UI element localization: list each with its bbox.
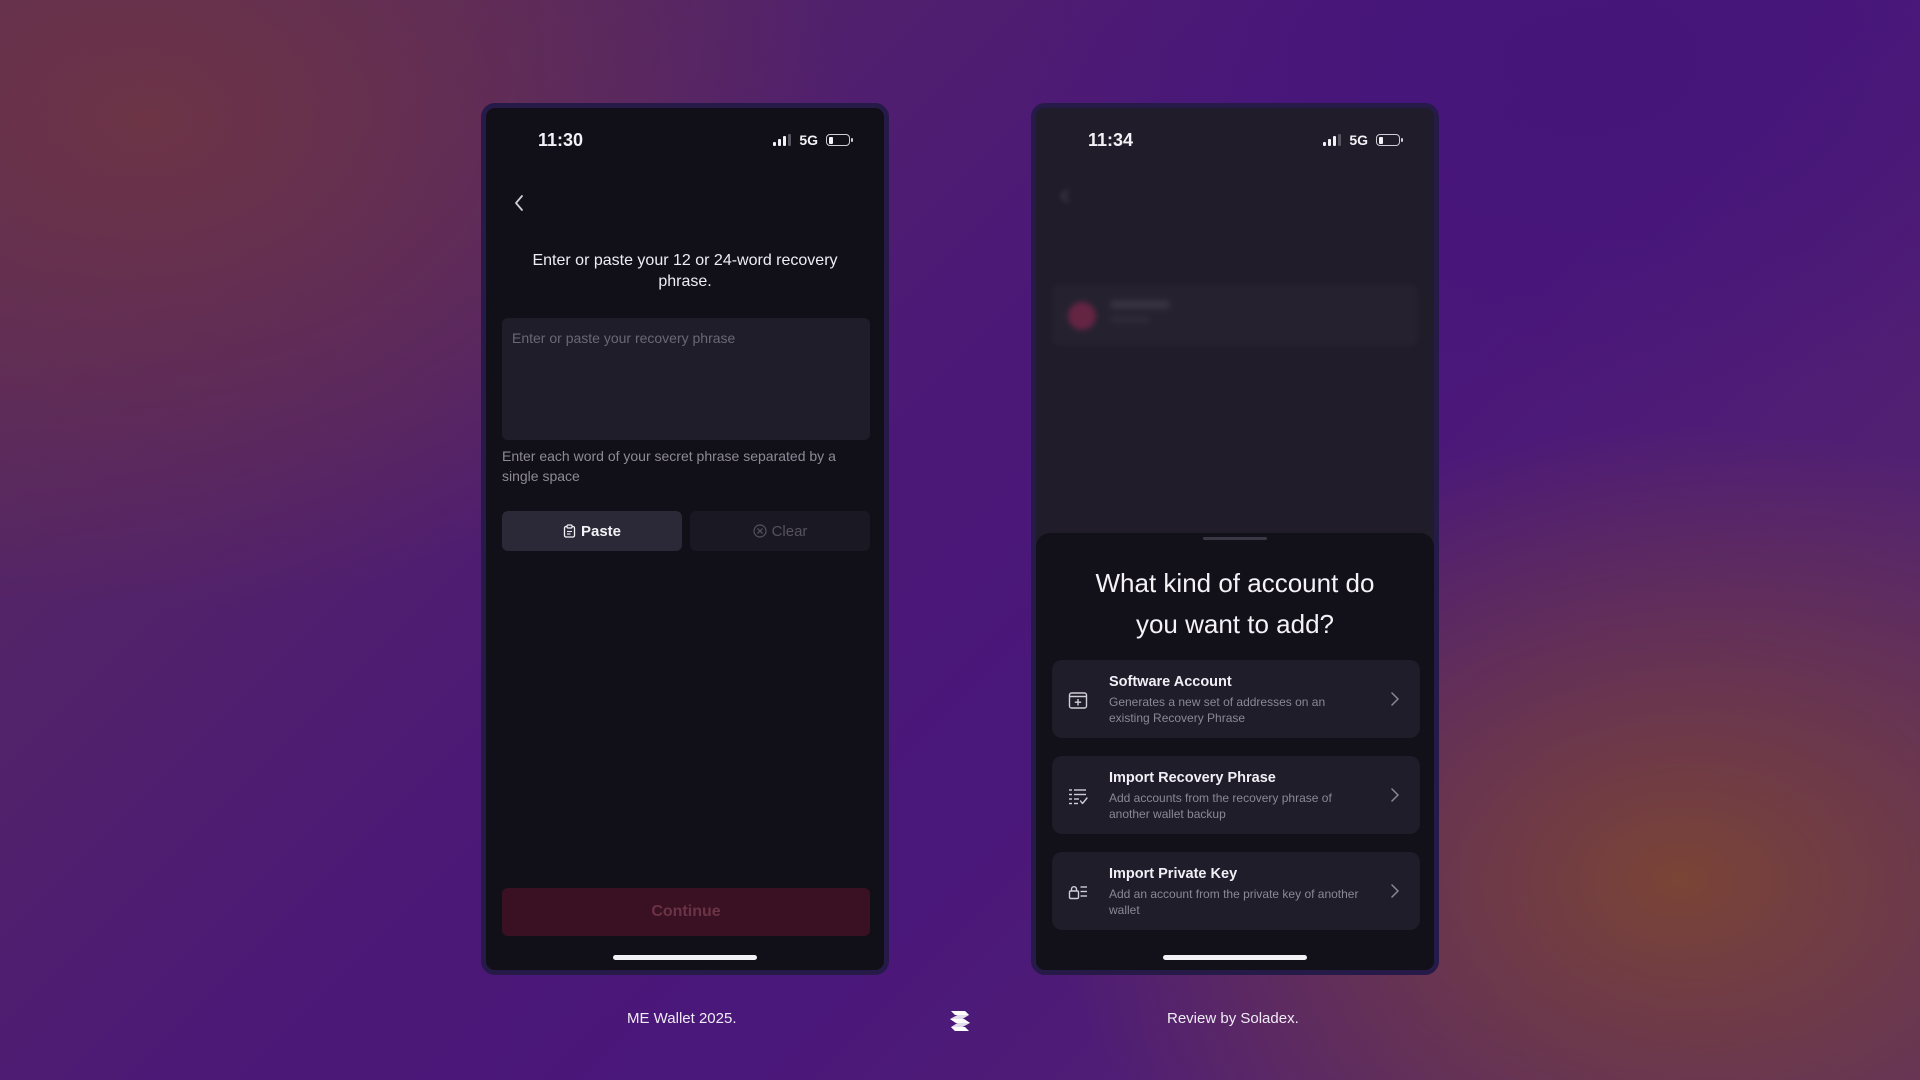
option-import-private-key[interactable]: Import Private Key Add an account from t…	[1052, 852, 1420, 930]
page-heading: Enter or paste your 12 or 24-word recove…	[532, 252, 838, 290]
option-description: Add accounts from the recovery phrase of…	[1109, 791, 1332, 821]
signal-icon	[773, 134, 792, 146]
clear-circle-icon	[752, 524, 767, 538]
option-title: Software Account	[1109, 674, 1232, 690]
status-time: 11:34	[1088, 130, 1134, 150]
chevron-right-icon	[1391, 788, 1399, 802]
blurred-background-screen	[1036, 168, 1434, 568]
avatar	[1068, 302, 1096, 330]
add-wallet-icon	[1068, 692, 1088, 709]
phone-recovery-phrase-screen: 11:30 5G Enter or paste your 12 or 24-wo…	[481, 103, 889, 975]
recovery-phrase-input[interactable]	[502, 318, 870, 440]
soladex-logo-icon	[950, 1011, 970, 1031]
continue-button[interactable]: Continue	[502, 888, 870, 936]
option-description: Add an account from the private key of a…	[1109, 887, 1359, 917]
option-import-recovery-phrase[interactable]: Import Recovery Phrase Add accounts from…	[1052, 756, 1420, 834]
signal-icon	[1323, 134, 1342, 146]
chevron-left-icon	[515, 195, 523, 211]
sheet-title: What kind of account do you want to add?	[1095, 568, 1375, 639]
sheet-grabber[interactable]	[1203, 537, 1267, 540]
battery-icon	[826, 134, 853, 146]
network-label: 5G	[799, 132, 818, 148]
back-button[interactable]	[504, 188, 534, 218]
helper-text: Enter each word of your secret phrase se…	[502, 448, 836, 484]
chevron-right-icon	[1391, 692, 1399, 706]
home-indicator	[1163, 955, 1307, 960]
footer-caption-right: Review by Soladex.	[1167, 1010, 1299, 1027]
clear-label: Clear	[771, 522, 808, 540]
paste-label: Paste	[580, 522, 622, 540]
blurred-section-label	[1054, 256, 1057, 270]
option-title: Import Private Key	[1109, 866, 1238, 882]
status-indicators: 5G	[1323, 132, 1403, 148]
option-software-account[interactable]: Software Account Generates a new set of …	[1052, 660, 1420, 738]
blurred-account-card	[1052, 284, 1418, 346]
footer-caption-left: ME Wallet 2025.	[627, 1010, 737, 1027]
status-bar: 11:34 5G	[1036, 108, 1434, 168]
battery-icon	[1376, 134, 1403, 146]
option-title: Import Recovery Phrase	[1109, 770, 1276, 786]
chevron-right-icon	[1391, 884, 1399, 898]
network-label: 5G	[1349, 132, 1368, 148]
phone-add-account-screen: 11:34 5G What kind of account do you wan…	[1031, 103, 1439, 975]
list-check-icon	[1069, 789, 1088, 805]
clear-button[interactable]: Clear	[690, 511, 870, 551]
paste-button[interactable]: Paste	[502, 511, 682, 551]
status-time: 11:30	[538, 130, 584, 150]
status-indicators: 5G	[773, 132, 853, 148]
account-type-sheet: What kind of account do you want to add?…	[1036, 533, 1434, 970]
action-buttons: Paste Clear	[502, 511, 870, 551]
status-bar: 11:30 5G	[486, 108, 884, 168]
option-description: Generates a new set of addresses on an e…	[1109, 695, 1326, 725]
clipboard-icon	[563, 524, 576, 538]
home-indicator	[613, 955, 757, 960]
blurred-title	[1036, 194, 1434, 210]
key-card-icon	[1068, 886, 1087, 900]
